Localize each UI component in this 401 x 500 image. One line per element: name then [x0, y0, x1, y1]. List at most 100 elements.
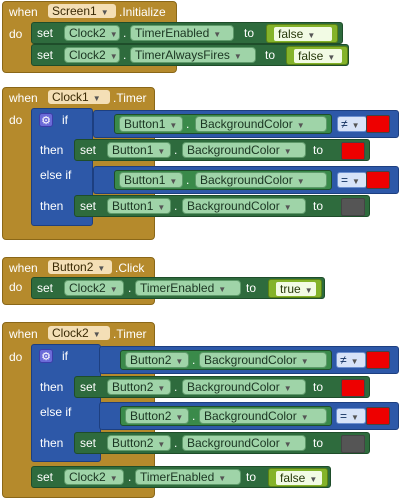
dot-label: . — [192, 353, 196, 367]
component-dropdown[interactable]: Button2 ▼ — [125, 352, 189, 368]
else-if-label: else if — [40, 405, 72, 419]
component-dropdown[interactable]: Button1 ▼ — [119, 116, 183, 132]
clock2-component-dropdown[interactable]: Clock2 ▼ — [47, 325, 111, 341]
clock1-component-dropdown[interactable]: Clock1 ▼ — [47, 89, 111, 105]
property-dropdown[interactable]: BackgroundColor ▼ — [199, 352, 327, 368]
event-name-label: .Initialize — [119, 5, 166, 19]
else-if-label: else if — [40, 168, 72, 182]
false-value-block[interactable]: false ▼ — [266, 24, 338, 43]
red-color-swatch[interactable] — [366, 351, 390, 369]
then-label: then — [40, 199, 64, 213]
mutator-gear-icon[interactable]: ⚙ — [39, 113, 53, 127]
set-label: set — [80, 199, 97, 213]
property-dropdown[interactable]: BackgroundColor ▼ — [182, 142, 306, 158]
set-button2-backgroundcolor-block[interactable]: set Button2 ▼ . BackgroundColor ▼ to — [74, 432, 370, 454]
set-label: set — [80, 380, 97, 394]
component-dropdown[interactable]: Button1 ▼ — [107, 142, 171, 158]
component-dropdown[interactable]: Clock2 ▼ — [64, 25, 120, 41]
true-value-block[interactable]: true ▼ — [268, 279, 322, 298]
false-value-block[interactable]: false ▼ — [286, 46, 348, 65]
dot-label: . — [186, 173, 190, 187]
component-dropdown[interactable]: Button1 ▼ — [119, 172, 183, 188]
dot-label: . — [174, 199, 178, 213]
do-label: do — [9, 27, 23, 41]
get-button2-backgroundcolor-block[interactable]: Button2 ▼ . BackgroundColor ▼ — [120, 350, 332, 370]
event-name-label: .Timer — [113, 327, 147, 341]
red-color-swatch[interactable] — [366, 171, 390, 189]
button2-component-dropdown[interactable]: Button2 ▼ — [47, 259, 113, 275]
true-dropdown[interactable]: true ▼ — [275, 281, 317, 297]
when-label: when — [9, 5, 38, 19]
red-color-swatch[interactable] — [366, 407, 390, 425]
set-clock2-timerenabled-block[interactable]: set Clock2 ▼ . TimerEnabled ▼ to false ▼ — [31, 466, 331, 488]
set-button2-backgroundcolor-block[interactable]: set Button2 ▼ . BackgroundColor ▼ to — [74, 376, 370, 398]
component-dropdown[interactable]: Button1 ▼ — [107, 198, 171, 214]
screen1-component-dropdown[interactable]: Screen1 ▼ — [47, 3, 117, 19]
false-dropdown[interactable]: false ▼ — [273, 26, 333, 42]
component-dropdown[interactable]: Button2 ▼ — [107, 435, 171, 451]
gray-color-swatch[interactable] — [341, 435, 365, 453]
operator-dropdown[interactable]: = ▼ — [337, 172, 367, 188]
component-dropdown[interactable]: Clock2 ▼ — [64, 47, 120, 63]
property-dropdown[interactable]: BackgroundColor ▼ — [182, 435, 306, 451]
red-color-swatch[interactable] — [341, 379, 365, 397]
dot-label: . — [174, 380, 178, 394]
get-button1-backgroundcolor-block[interactable]: Button1 ▼ . BackgroundColor ▼ — [114, 170, 332, 190]
set-button1-backgroundcolor-block[interactable]: set Button1 ▼ . BackgroundColor ▼ to — [74, 195, 370, 217]
property-dropdown[interactable]: TimerEnabled ▼ — [135, 469, 241, 485]
gray-color-swatch[interactable] — [341, 198, 365, 216]
do-label: do — [9, 113, 23, 127]
to-label: to — [265, 48, 276, 62]
operator-dropdown[interactable]: ≠ ▼ — [337, 116, 367, 132]
property-dropdown[interactable]: TimerAlwaysFires ▼ — [130, 47, 256, 63]
property-dropdown[interactable]: BackgroundColor ▼ — [182, 198, 306, 214]
to-label: to — [313, 380, 324, 394]
dot-label: . — [123, 48, 127, 62]
if-label: if — [62, 349, 68, 363]
false-dropdown[interactable]: false ▼ — [275, 470, 323, 486]
set-button1-backgroundcolor-block[interactable]: set Button1 ▼ . BackgroundColor ▼ to — [74, 139, 370, 161]
set-label: set — [80, 436, 97, 450]
mutator-gear-icon[interactable]: ⚙ — [39, 349, 53, 363]
compare-not-equal-block[interactable]: Button1 ▼ . BackgroundColor ▼ ≠ ▼ — [93, 110, 399, 138]
dot-label: . — [174, 143, 178, 157]
operator-dropdown[interactable]: ≠ ▼ — [336, 352, 366, 368]
property-dropdown[interactable]: TimerEnabled ▼ — [135, 280, 241, 296]
property-dropdown[interactable]: BackgroundColor ▼ — [199, 408, 327, 424]
red-color-swatch[interactable] — [341, 142, 365, 160]
if-label: if — [62, 113, 68, 127]
then-label: then — [40, 143, 64, 157]
set-label: set — [37, 26, 54, 40]
compare-not-equal-block[interactable]: Button2 ▼ . BackgroundColor ▼ ≠ ▼ — [99, 346, 399, 374]
get-button2-backgroundcolor-block[interactable]: Button2 ▼ . BackgroundColor ▼ — [120, 406, 332, 426]
set-label: set — [37, 48, 54, 62]
dot-label: . — [128, 281, 132, 295]
compare-equal-block[interactable]: Button1 ▼ . BackgroundColor ▼ = ▼ — [93, 166, 399, 194]
set-clock2-timerenabled-block[interactable]: set Clock2 ▼ . TimerEnabled ▼ to true ▼ — [31, 277, 325, 299]
to-label: to — [246, 281, 257, 295]
set-clock2-timeralwaysfires-block[interactable]: set Clock2 ▼ . TimerAlwaysFires ▼ to false… — [31, 44, 349, 66]
do-label: do — [9, 350, 23, 364]
component-dropdown[interactable]: Clock2 ▼ — [64, 280, 124, 296]
event-name-label: .Timer — [113, 91, 147, 105]
operator-dropdown[interactable]: = ▼ — [336, 408, 366, 424]
component-dropdown[interactable]: Clock2 ▼ — [64, 469, 124, 485]
to-label: to — [244, 26, 255, 40]
false-value-block[interactable]: false ▼ — [268, 468, 328, 487]
component-dropdown[interactable]: Button2 ▼ — [125, 408, 189, 424]
component-dropdown[interactable]: Button2 ▼ — [107, 379, 171, 395]
property-dropdown[interactable]: BackgroundColor ▼ — [195, 116, 327, 132]
set-label: set — [80, 143, 97, 157]
property-dropdown[interactable]: BackgroundColor ▼ — [182, 379, 306, 395]
property-dropdown[interactable]: TimerEnabled ▼ — [130, 25, 234, 41]
get-button1-backgroundcolor-block[interactable]: Button1 ▼ . BackgroundColor ▼ — [114, 114, 332, 134]
event-name-label: .Click — [115, 261, 145, 275]
then-label: then — [40, 436, 64, 450]
set-clock2-timerenabled-block[interactable]: set Clock2 ▼ . TimerEnabled ▼ to false ▼ — [31, 22, 343, 44]
property-dropdown[interactable]: BackgroundColor ▼ — [195, 172, 327, 188]
compare-equal-block[interactable]: Button2 ▼ . BackgroundColor ▼ = ▼ — [99, 402, 399, 430]
red-color-swatch[interactable] — [366, 115, 390, 133]
false-dropdown[interactable]: false ▼ — [293, 48, 343, 64]
when-label: when — [9, 91, 38, 105]
set-label: set — [37, 281, 54, 295]
